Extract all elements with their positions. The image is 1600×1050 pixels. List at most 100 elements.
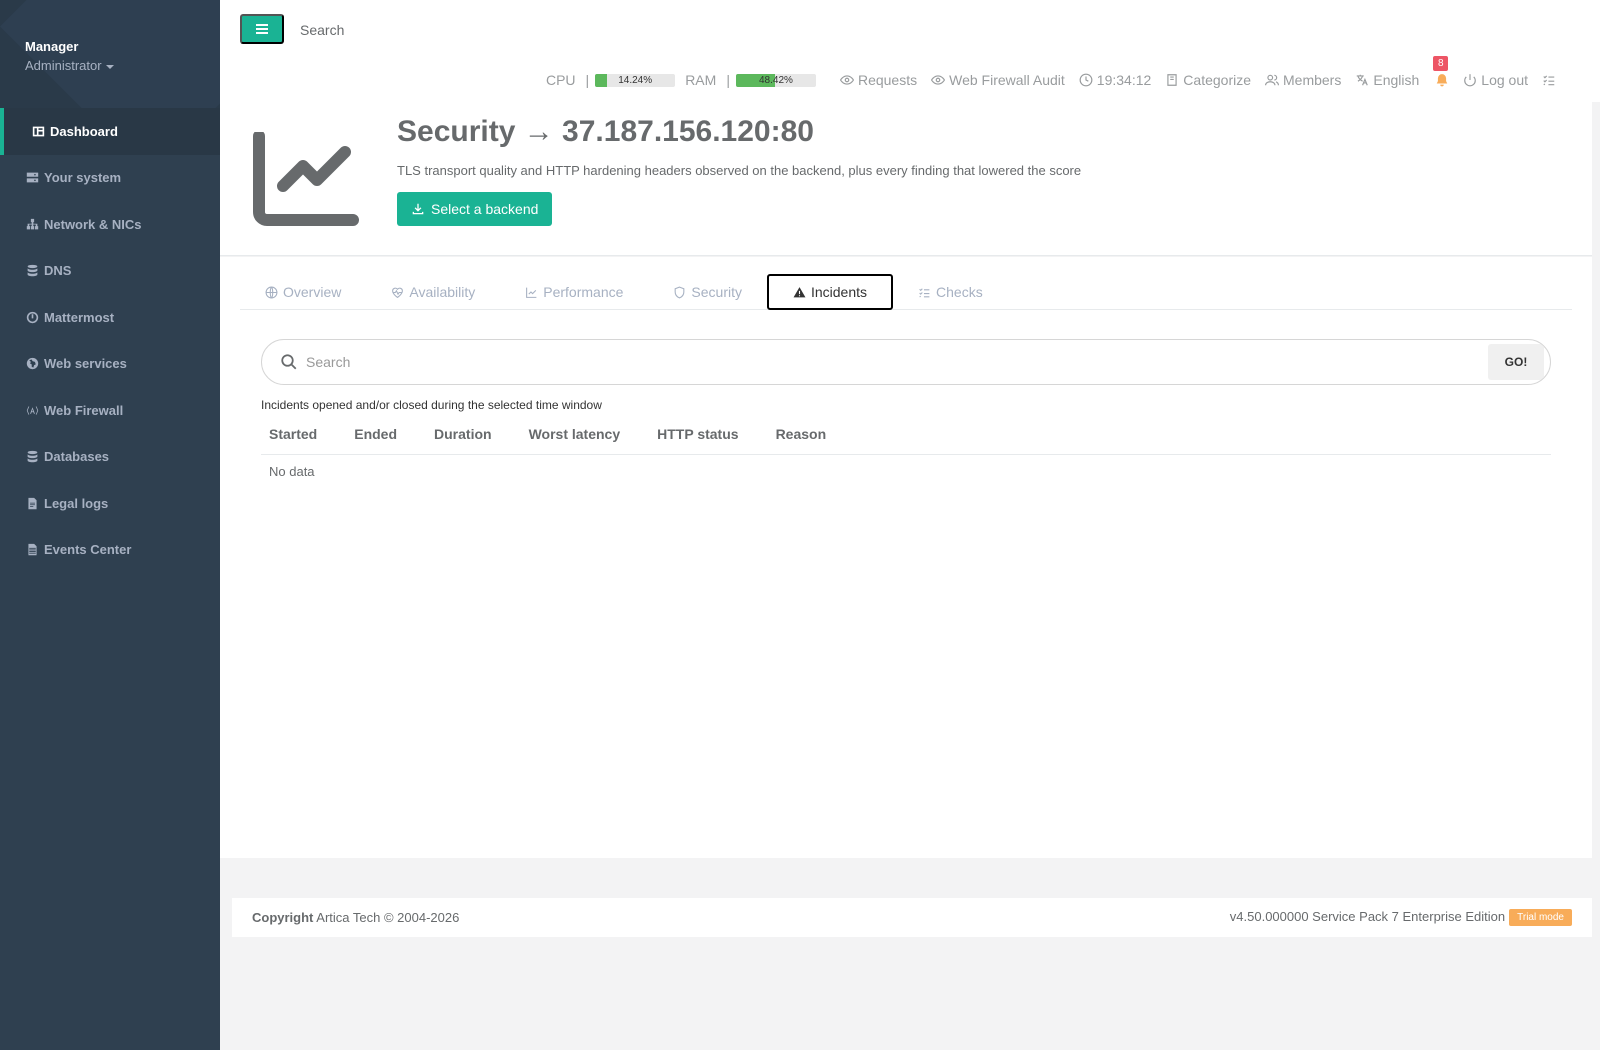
logout-label: Log out: [1481, 72, 1528, 88]
sidebar-item-your-system[interactable]: Your system: [0, 155, 220, 202]
column-header[interactable]: Duration: [426, 415, 521, 455]
tab-label: Overview: [283, 284, 342, 300]
sidebar-item-mattermost[interactable]: Mattermost: [0, 294, 220, 341]
power-icon: [25, 310, 39, 324]
tab-label: Availability: [409, 284, 476, 300]
select-backend-label: Select a backend: [431, 201, 539, 217]
column-header[interactable]: Ended: [346, 415, 427, 455]
hamburger-icon: [256, 28, 268, 30]
categorize-label: Categorize: [1183, 72, 1251, 88]
sidebar-item-label: Network & NICs: [44, 216, 142, 232]
ram-progress-bar: 48.42%: [735, 73, 816, 87]
language-link[interactable]: English: [1355, 72, 1419, 88]
book-icon: [1167, 74, 1177, 86]
users-icon: [1265, 74, 1279, 86]
sidebar-item-legal-logs[interactable]: Legal logs: [0, 480, 220, 527]
sidebar-item-label: Events Center: [44, 542, 132, 558]
incident-search-input[interactable]: [306, 340, 1488, 384]
translate-icon: [1357, 74, 1369, 86]
sidebar-item-label: Web services: [44, 356, 127, 372]
cpu-progress-bar: 14.24%: [595, 73, 676, 87]
top-search-input[interactable]: [300, 18, 600, 42]
network-icon: [25, 217, 39, 231]
tasks-toggle[interactable]: [1542, 73, 1560, 87]
tab-label: Checks: [936, 284, 983, 300]
heartbeat-icon: [392, 287, 404, 298]
sidebar-item-label: DNS: [44, 263, 72, 279]
waf-audit-link[interactable]: Web Firewall Audit: [931, 72, 1065, 88]
go-button[interactable]: GO!: [1488, 344, 1544, 380]
sidebar-item-dns[interactable]: DNS: [0, 248, 220, 295]
column-header[interactable]: Started: [261, 415, 347, 455]
events-icon: [25, 543, 39, 557]
line-chart-icon: [253, 132, 359, 226]
firewall-icon: [25, 403, 39, 417]
sidebar-item-databases[interactable]: Databases: [0, 434, 220, 481]
copyright: Copyright Artica Tech © 2004-2026: [252, 910, 459, 925]
page-description: TLS transport quality and HTTP hardening…: [397, 163, 1082, 178]
cpu-separator: |: [585, 72, 590, 88]
ram-progress-value: 48.42%: [758, 74, 793, 86]
bell-icon: [1437, 74, 1448, 87]
tab-availability[interactable]: Availability: [366, 274, 500, 310]
column-header[interactable]: Reason: [767, 415, 1551, 455]
top-navigation: CPU | 14.24% RAM | 48.42% Requests Web F…: [545, 56, 1560, 92]
copyright-label: Copyright: [252, 910, 314, 925]
database-icon: [25, 450, 39, 464]
tab-label: Security: [691, 284, 742, 300]
tab-label: Performance: [543, 284, 624, 300]
tab-overview[interactable]: Overview: [240, 274, 366, 310]
sidebar-item-web-firewall[interactable]: Web Firewall: [0, 387, 220, 434]
caret-down-icon: [105, 64, 114, 69]
waf-audit-label: Web Firewall Audit: [949, 72, 1065, 88]
copyright-text: Artica Tech © 2004-2026: [316, 910, 460, 925]
profile-role-dropdown[interactable]: Administrator: [25, 58, 114, 73]
sidebar: Manager Administrator Dashboard Your sys…: [0, 0, 220, 1050]
requests-link[interactable]: Requests: [839, 72, 918, 88]
cpu-label: CPU: [545, 72, 576, 88]
logout-link[interactable]: Log out: [1463, 72, 1528, 88]
sidebar-nav: Dashboard Your system Network & NICs DNS…: [0, 108, 220, 573]
select-backend-button[interactable]: Select a backend: [397, 192, 553, 226]
cpu-progress-value: 14.24%: [618, 74, 653, 86]
notifications-button[interactable]: 8: [1433, 56, 1449, 88]
table-header-row: Started Ended Duration Worst latency HTT…: [261, 415, 1551, 455]
main-content: Overview Availability Performance Securi…: [220, 257, 1592, 858]
tasks-icon: [1543, 75, 1555, 86]
file-icon: [25, 496, 39, 510]
notifications-badge: 8: [1433, 56, 1449, 71]
trial-mode-badge: Trial mode: [1509, 909, 1572, 927]
tab-label: Incidents: [810, 284, 868, 300]
search-icon: [280, 353, 298, 371]
globe-icon: [265, 286, 278, 298]
footer: Copyright Artica Tech © 2004-2026 v4.50.…: [232, 898, 1592, 937]
empty-table-message: No data: [269, 463, 315, 479]
database-icon: [25, 264, 39, 278]
checklist-icon: [919, 287, 930, 297]
categorize-link[interactable]: Categorize: [1165, 72, 1251, 88]
tab-security[interactable]: Security: [648, 274, 767, 310]
members-link[interactable]: Members: [1265, 72, 1341, 88]
version-text: v4.50.000000 Service Pack 7 Enterprise E…: [1229, 908, 1506, 924]
sidebar-item-label: Mattermost: [44, 309, 115, 325]
members-label: Members: [1283, 72, 1342, 88]
tab-checks[interactable]: Checks: [893, 274, 1008, 310]
profile-name: Manager: [25, 39, 79, 54]
sidebar-item-web-services[interactable]: Web services: [0, 341, 220, 388]
sidebar-item-network[interactable]: Network & NICs: [0, 201, 220, 248]
menu-toggle-button[interactable]: [240, 14, 284, 44]
server-icon: [25, 171, 39, 185]
column-header[interactable]: Worst latency: [520, 415, 650, 455]
sidebar-item-events-center[interactable]: Events Center: [0, 527, 220, 574]
globe-icon: [25, 357, 39, 371]
language-label: English: [1373, 72, 1420, 88]
clock: 19:34:12: [1079, 72, 1151, 88]
requests-label: Requests: [857, 72, 918, 88]
page-header: Security → 37.187.156.120:80 TLS transpo…: [220, 102, 1592, 256]
tab-performance[interactable]: Performance: [500, 274, 648, 310]
sidebar-item-dashboard[interactable]: Dashboard: [0, 108, 220, 155]
column-header[interactable]: HTTP status: [649, 415, 768, 455]
shield-icon: [675, 286, 685, 299]
tab-incidents[interactable]: Incidents: [766, 274, 894, 310]
eye-icon: [839, 75, 854, 85]
